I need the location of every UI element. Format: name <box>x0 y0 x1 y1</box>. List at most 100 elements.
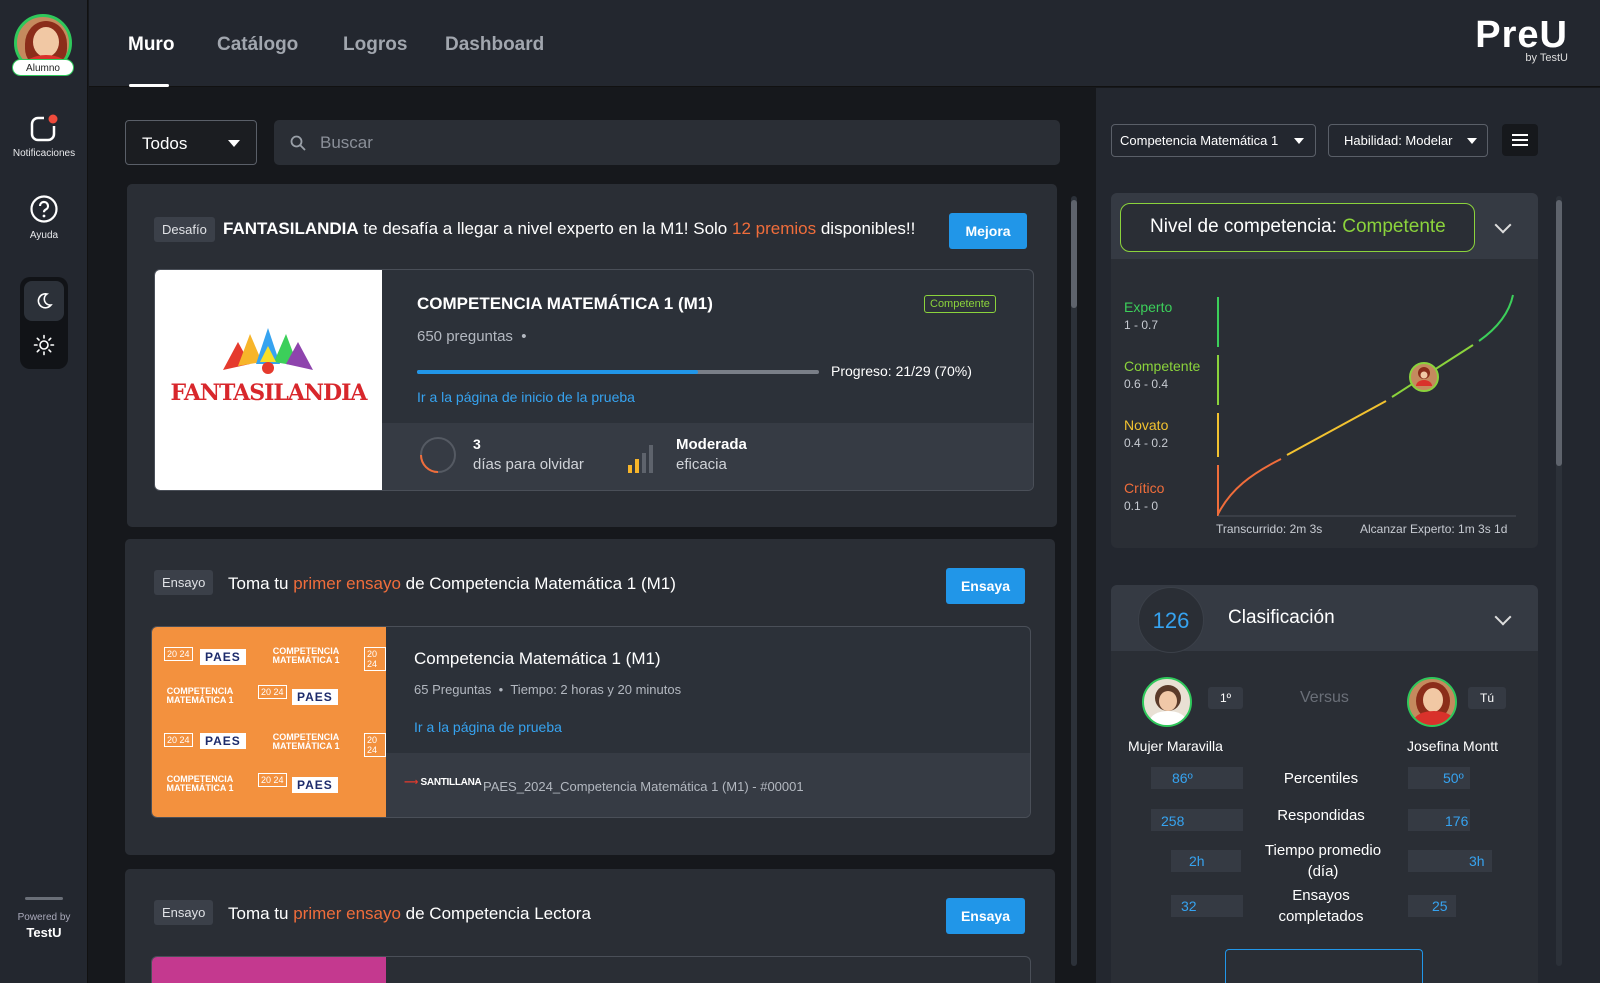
right-user-name: Josefina Montt <box>1407 738 1499 754</box>
tab-muro[interactable]: Muro <box>128 34 174 56</box>
help-button[interactable]: Ayuda <box>0 194 88 241</box>
notifications-label: Notificaciones <box>12 148 76 159</box>
filter-dropdown[interactable]: Todos <box>125 120 257 165</box>
powered-by-label: Powered by <box>17 912 71 923</box>
active-tab-indicator <box>129 84 169 87</box>
stat-percentile-label: Percentiles <box>1283 770 1359 787</box>
stat-time-label: Tiempo promedio (día) <box>1264 842 1382 880</box>
level-competente: Competente <box>1124 358 1201 374</box>
chevron-down-icon <box>1294 138 1304 144</box>
challenge-highlight: 12 premios <box>732 219 817 238</box>
tab-catalogo[interactable]: Catálogo <box>217 34 298 56</box>
level-novato: Novato <box>1124 417 1169 433</box>
essay-test-card[interactable] <box>151 956 1031 983</box>
left-user-name: Mujer Maravilla <box>1128 738 1223 754</box>
chevron-down-icon <box>228 140 240 147</box>
curve-experto <box>1478 294 1514 342</box>
ranking-card: 126 Clasificación 1º Mujer Maravilla Ver… <box>1111 585 1538 983</box>
competence-level-card: Nivel de competencia: Competente Experto… <box>1111 193 1538 548</box>
top-navigation <box>89 0 1600 87</box>
essay-test-link[interactable]: Ir a la página de prueba <box>414 719 562 735</box>
moon-icon <box>37 293 53 309</box>
stat-essays-label: Ensayos completados <box>1278 887 1364 925</box>
essay-button[interactable]: Ensaya <box>946 898 1025 934</box>
time-to-expert: Alcanzar Experto: 1m 3s 1d <box>1360 522 1508 536</box>
challenge-card: Desafío FANTASILANDIA te desafía a llega… <box>127 184 1057 527</box>
forget-days: 3 <box>473 436 481 452</box>
level-critico: Crítico <box>1124 480 1165 496</box>
stat-time-left: 2h <box>1189 853 1205 869</box>
feed-scroll-thumb[interactable] <box>1071 200 1077 308</box>
menu-button[interactable] <box>1502 124 1538 156</box>
improve-button[interactable]: Mejora <box>949 213 1027 249</box>
stat-bar-left <box>1171 850 1241 872</box>
avatar <box>1142 677 1192 727</box>
avatar <box>1407 677 1457 727</box>
stat-essays-right: 25 <box>1432 898 1448 914</box>
level-experto-range: 1 - 0.7 <box>1124 318 1159 332</box>
question-count: 650 preguntas • <box>417 328 527 345</box>
ranking-title: Clasificación <box>1228 607 1335 628</box>
curve-novato <box>1286 400 1387 456</box>
stat-percentile-right: 50º <box>1443 770 1464 786</box>
challenge-text1: te desafía a llegar a nivel experto en l… <box>363 219 728 238</box>
light-mode-button[interactable] <box>24 325 64 365</box>
help-icon <box>30 195 58 223</box>
user-position-marker <box>1409 362 1439 392</box>
essay-test-card[interactable]: 20 24 PAES COMPETENCIA MATEMÁTICA 1 20 2… <box>151 626 1031 818</box>
challenge-text2: disponibles!! <box>820 219 916 238</box>
competence-curve-chart <box>1217 294 1516 517</box>
curve-critico <box>1217 458 1282 515</box>
level-novato-range: 0.4 - 0.2 <box>1124 436 1169 450</box>
essay-title: Toma tu primer ensayo de Competencia Lec… <box>228 904 591 923</box>
level-competente-range: 0.6 - 0.4 <box>1124 377 1169 391</box>
stat-bar-left <box>1151 767 1243 789</box>
notifications-button[interactable]: Notificaciones <box>0 112 88 159</box>
essay-test-title: Competencia Matemática 1 (M1) <box>414 649 661 668</box>
stat-answered-label: Respondidas <box>1277 807 1365 824</box>
essay-meta: 65 Preguntas • Tiempo: 2 horas y 20 minu… <box>414 682 682 697</box>
search-bar <box>274 120 1060 165</box>
santillana-logo: ⟶ SANTILLANA <box>404 777 482 788</box>
tab-dashboard[interactable]: Dashboard <box>445 34 544 56</box>
level-title: Nivel de competencia: <box>1150 216 1337 237</box>
versus-label: Versus <box>1300 689 1349 706</box>
ranking-number: 126 <box>1152 608 1190 633</box>
test-title: COMPETENCIA MATEMÁTICA 1 (M1) <box>417 294 713 313</box>
paes-cover-image: 20 24 PAES COMPETENCIA MATEMÁTICA 1 20 2… <box>152 627 386 817</box>
efficacy-title: Moderada <box>676 436 747 453</box>
level-critico-range: 0.1 - 0 <box>1124 499 1159 513</box>
role-badge: Alumno <box>12 59 74 76</box>
theme-toggle <box>20 277 68 369</box>
efficacy-signal-icon <box>628 445 653 473</box>
competence-select[interactable]: Competencia Matemática 1 <box>1111 124 1316 157</box>
search-input[interactable] <box>320 120 1040 165</box>
level-experto: Experto <box>1124 299 1173 315</box>
test-start-link[interactable]: Ir a la página de inicio de la prueba <box>417 389 635 405</box>
panel-scroll-thumb[interactable] <box>1556 200 1562 466</box>
dark-mode-button[interactable] <box>24 281 64 321</box>
essay-tag: Ensayo <box>154 900 214 925</box>
app-logo: PreU by TestU <box>1475 16 1568 64</box>
logo-name: PreU <box>1475 14 1568 56</box>
challenge-test-card[interactable]: FANTASILANDIA COMPETENCIA MATEMÁTICA 1 (… <box>154 269 1034 491</box>
challenge-title: FANTASILANDIA te desafía a llegar a nive… <box>223 219 915 239</box>
left-user-rank: 1º <box>1208 687 1243 709</box>
stat-answered-left: 258 <box>1161 813 1185 829</box>
powered-by: Powered by TestU <box>0 912 88 940</box>
tab-logros[interactable]: Logros <box>343 34 407 56</box>
essay-button[interactable]: Ensaya <box>946 568 1025 604</box>
feed-scrollbar[interactable] <box>1071 196 1077 966</box>
essay-code: PAES_2024_Competencia Matemática 1 (M1) … <box>483 779 804 794</box>
cover-image <box>152 957 386 983</box>
powered-by-brand: TestU <box>26 925 62 940</box>
essay-tag: Ensayo <box>154 570 214 595</box>
fantasilandia-logo: FANTASILANDIA <box>155 270 382 490</box>
skill-select[interactable]: Habilidad: Modelar <box>1328 124 1488 157</box>
help-label: Ayuda <box>29 230 59 241</box>
progress-bar <box>417 370 819 374</box>
progress-fill <box>417 370 699 374</box>
essay-card-lectora: Ensayo Toma tu primer ensayo de Competen… <box>125 869 1055 983</box>
stat-essays-left: 32 <box>1181 898 1197 914</box>
view-more-button[interactable] <box>1225 949 1423 983</box>
